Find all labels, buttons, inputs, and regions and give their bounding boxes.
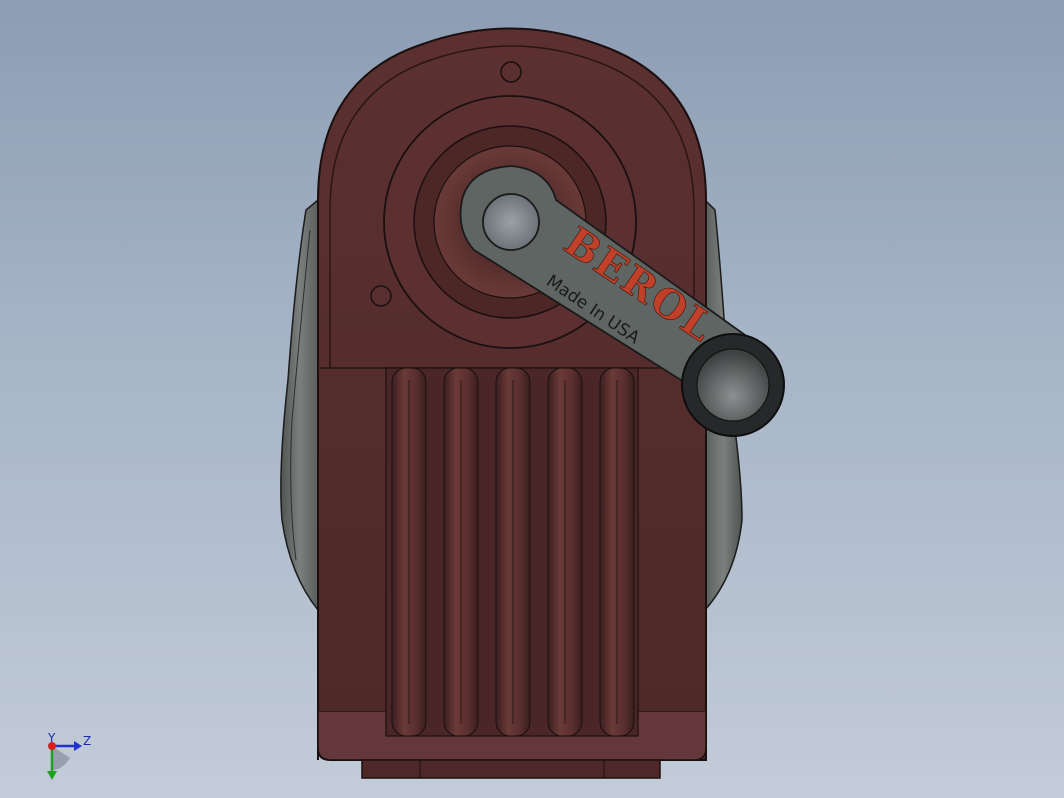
screw-hole-left (370, 285, 392, 307)
crank-hub (482, 193, 540, 251)
base-foot (361, 759, 661, 779)
cad-model-canvas[interactable]: BEROL Made In USA Y Z (0, 0, 1064, 798)
crank-handle-knob[interactable] (681, 333, 785, 437)
graphics-viewport[interactable]: BEROL Made In USA Y Z (0, 0, 1064, 798)
side-panel-left (280, 198, 319, 613)
z-axis-label: Z (83, 734, 91, 748)
y-axis-label: Y (47, 731, 56, 745)
ribbed-grip (385, 367, 639, 737)
coordinate-triad: Y Z (47, 731, 91, 780)
screw-hole-top (500, 61, 522, 83)
